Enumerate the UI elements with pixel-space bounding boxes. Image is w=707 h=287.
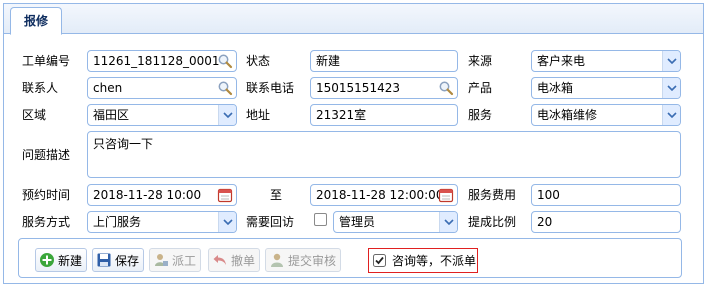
source-value: 客户来电 [537, 54, 586, 68]
appt-end-value: 2018-11-28 12:00:00 [316, 188, 444, 202]
withdraw-button[interactable]: 撤单 [208, 248, 261, 272]
save-button-label: 保存 [115, 253, 140, 268]
service-mode-label: 服务方式 [22, 215, 71, 229]
add-icon [40, 253, 54, 267]
status-value: 新建 [316, 54, 341, 68]
product-value: 电冰箱 [537, 81, 574, 95]
product-dropdown-button[interactable] [662, 78, 680, 98]
chevron-down-icon [666, 112, 677, 118]
phone-field[interactable]: 15015151423 [310, 77, 458, 99]
search-icon[interactable] [217, 53, 233, 69]
submit-review-button[interactable]: 提交审核 [265, 248, 342, 272]
calendar-icon[interactable] [217, 187, 233, 203]
problem-value: 只咨询一下 [93, 137, 154, 151]
dispatch-button[interactable]: 派工 [149, 248, 202, 272]
fee-field[interactable]: 100 [531, 184, 681, 206]
undo-arrow-icon [213, 255, 226, 265]
appt-start-field[interactable]: 2018-11-28 10:00 [87, 184, 237, 206]
calendar-icon[interactable] [438, 187, 454, 203]
tab-repair[interactable]: 报修 [10, 7, 62, 35]
source-label: 来源 [468, 54, 493, 68]
order-no-label: 工单编号 [22, 54, 71, 68]
chevron-down-icon [222, 112, 233, 118]
service-mode-value: 上门服务 [93, 215, 142, 229]
save-icon [97, 253, 111, 267]
chevron-down-icon [443, 219, 454, 225]
chevron-down-icon [666, 85, 677, 91]
address-value: 21321室 [316, 108, 367, 122]
withdraw-button-label: 撤单 [231, 253, 256, 268]
appt-start-value: 2018-11-28 10:00 [93, 188, 202, 202]
dispatch-button-label: 派工 [172, 253, 197, 268]
region-select[interactable]: 福田区 [87, 104, 237, 126]
tab-bar: 报修 [4, 4, 703, 35]
address-field[interactable]: 21321室 [310, 104, 458, 126]
status-label: 状态 [246, 54, 271, 68]
contact-field[interactable]: chen [87, 77, 237, 99]
new-button[interactable]: 新建 [35, 248, 88, 272]
commission-label: 提成比例 [468, 215, 517, 229]
operator-dropdown-button[interactable] [439, 212, 457, 232]
commission-value: 20 [537, 215, 553, 229]
callback-checkbox[interactable] [314, 213, 327, 226]
submit-review-button-label: 提交审核 [288, 253, 337, 268]
region-label: 区域 [22, 108, 47, 122]
source-select[interactable]: 客户来电 [531, 50, 681, 72]
no-dispatch-label: 咨询等，不派单 [392, 254, 477, 268]
product-select[interactable]: 电冰箱 [531, 77, 681, 99]
operator-value: 管理员 [339, 215, 376, 229]
service-label: 服务 [468, 108, 493, 122]
order-no-value: 11261_181128_0001 [93, 54, 220, 68]
commission-field[interactable]: 20 [531, 211, 681, 233]
status-field[interactable]: 新建 [310, 50, 458, 72]
appt-time-label: 预约时间 [22, 188, 71, 202]
fee-value: 100 [537, 188, 560, 202]
new-button-label: 新建 [58, 253, 83, 268]
search-icon[interactable] [438, 80, 454, 96]
phone-label: 联系电话 [246, 81, 295, 95]
chevron-down-icon [666, 58, 677, 64]
chevron-down-icon [222, 219, 233, 225]
fee-label: 服务费用 [468, 188, 517, 202]
service-mode-dropdown-button[interactable] [218, 212, 236, 232]
contact-label: 联系人 [22, 81, 59, 95]
product-label: 产品 [468, 81, 493, 95]
contact-value: chen [93, 81, 123, 95]
appt-to-label: 至 [270, 188, 283, 202]
action-toolbar: 新建 保存 派工 撤单 提交审核 咨询等，不派单 [18, 238, 682, 278]
region-value: 福田区 [93, 108, 130, 122]
no-dispatch-checkbox[interactable] [373, 254, 386, 267]
region-dropdown-button[interactable] [218, 105, 236, 125]
phone-value: 15015151423 [316, 81, 400, 95]
operator-select[interactable]: 管理员 [333, 211, 458, 233]
review-user-icon [271, 253, 283, 267]
dispatch-user-icon [155, 254, 168, 266]
no-dispatch-option[interactable]: 咨询等，不派单 [368, 248, 478, 273]
source-dropdown-button[interactable] [662, 51, 680, 71]
save-button[interactable]: 保存 [92, 248, 145, 272]
callback-label: 需要回访 [246, 215, 295, 229]
problem-label: 问题描述 [22, 148, 71, 162]
problem-textarea[interactable]: 只咨询一下 [87, 131, 681, 178]
order-no-field[interactable]: 11261_181128_0001 [87, 50, 237, 72]
service-mode-select[interactable]: 上门服务 [87, 211, 237, 233]
service-dropdown-button[interactable] [662, 105, 680, 125]
appt-end-field[interactable]: 2018-11-28 12:00:00 [310, 184, 458, 206]
service-select[interactable]: 电冰箱维修 [531, 104, 681, 126]
address-label: 地址 [246, 108, 271, 122]
service-value: 电冰箱维修 [537, 108, 598, 122]
search-icon[interactable] [217, 80, 233, 96]
